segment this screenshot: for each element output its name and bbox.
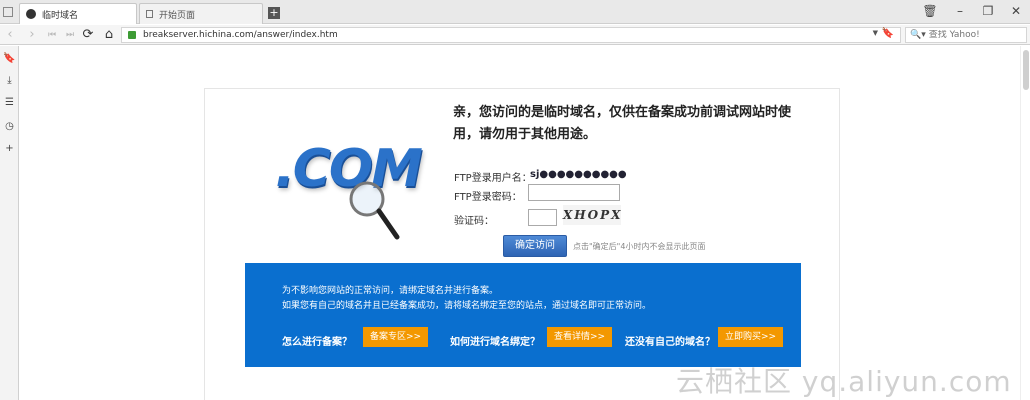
tab-label: 临时域名 [42,10,79,21]
notice-card: .COM 亲，您访问的是临时域名，仅供在备案成功前调试网站时使用，请勿用于其他用… [204,88,840,400]
view-details-button[interactable]: 查看详情>> [547,327,612,347]
magnifier-icon [349,181,400,240]
address-bar: ‹ › ⏮ ⏭ ⟳ ⌂ breakserver.hichina.com/answ… [0,25,1030,45]
lock-icon [128,31,136,39]
close-button[interactable]: ✕ [1006,3,1026,19]
captcha-label: 验证码： [454,216,494,227]
captcha-input[interactable] [528,209,557,226]
add-panel-icon[interactable]: + [3,142,16,155]
tab-temp-domain[interactable]: 临时域名 [19,3,137,24]
notes-icon[interactable]: ☰ [3,96,16,109]
minimize-button[interactable]: – [950,3,970,19]
tab-bar: 临时域名 开始页面 + 🗑 – ❐ ✕ [0,0,1030,24]
tab-label: 开始页面 [159,10,196,21]
page-icon [146,10,153,18]
ftp-user-value: sj●●●●●●●●●● [530,169,627,180]
watermark: 云栖社区 yq.aliyun.com [676,365,1012,398]
restore-button[interactable]: ❐ [978,3,998,19]
fastforward-button[interactable]: ⏭ [62,27,78,43]
question-binding: 如何进行域名绑定？ [450,337,540,348]
search-field[interactable]: 🔍▾ [905,27,1027,43]
ftp-password-input[interactable] [528,184,620,201]
tab-start-page[interactable]: 开始页面 [139,3,263,24]
trash-icon[interactable]: 🗑 [920,3,940,19]
dotcom-logo: .COM [275,129,423,244]
chevron-down-icon[interactable]: ▼ [873,29,878,37]
question-filing: 怎么进行备案？ [282,337,352,348]
panel-toggle-icon[interactable] [3,7,13,17]
url-field[interactable]: breakserver.hichina.com/answer/index.htm… [121,27,901,43]
buy-now-button[interactable]: 立即购买>> [718,327,783,347]
url-text[interactable]: breakserver.hichina.com/answer/index.htm [143,30,338,40]
filing-zone-button[interactable]: 备案专区>> [363,327,428,347]
forward-button[interactable]: › [24,27,40,43]
bookmarks-icon[interactable]: 🔖 [3,52,16,65]
info-line-1: 为不影响您网站的正常访问，请绑定域名并进行备案。 [282,286,499,296]
new-tab-button[interactable]: + [268,7,280,19]
ftp-password-label: FTP登录密码： [454,192,522,203]
back-button[interactable]: ‹ [2,27,18,43]
scroll-thumb[interactable] [1023,50,1029,90]
vivaldi-icon [26,9,36,19]
home-button[interactable]: ⌂ [101,27,117,43]
scrollbar[interactable] [1020,46,1030,400]
info-line-2: 如果您有自己的域名并且已经备案成功，请将域名绑定至您的站点，通过域名即可正常访问… [282,301,652,311]
downloads-icon[interactable]: ⤓ [3,74,16,87]
info-box: 为不影响您网站的正常访问，请绑定域名并进行备案。 如果您有自己的域名并且已经备案… [245,263,801,367]
page-content: .COM 亲，您访问的是临时域名，仅供在备案成功前调试网站时使用，请勿用于其他用… [20,46,1030,400]
reload-button[interactable]: ⟳ [80,27,96,43]
page-title: 亲，您访问的是临时域名，仅供在备案成功前调试网站时使用，请勿用于其他用途。 [453,105,792,142]
history-icon[interactable]: ◷ [3,120,16,133]
side-panel: 🔖 ⤓ ☰ ◷ + [0,46,19,400]
captcha-image[interactable]: XHOPX [563,205,621,225]
question-domain: 还没有自己的域名？ [625,337,715,348]
ftp-user-label: FTP登录用户名： [454,173,532,184]
bookmark-icon[interactable]: 🔖 [882,28,894,39]
confirm-button[interactable]: 确定访问 [503,235,567,257]
search-input[interactable] [928,30,1019,40]
search-icon[interactable]: 🔍▾ [910,30,926,40]
rewind-button[interactable]: ⏮ [44,27,60,43]
confirm-hint: 点击"确定后"4小时内不会显示此页面 [573,242,706,251]
